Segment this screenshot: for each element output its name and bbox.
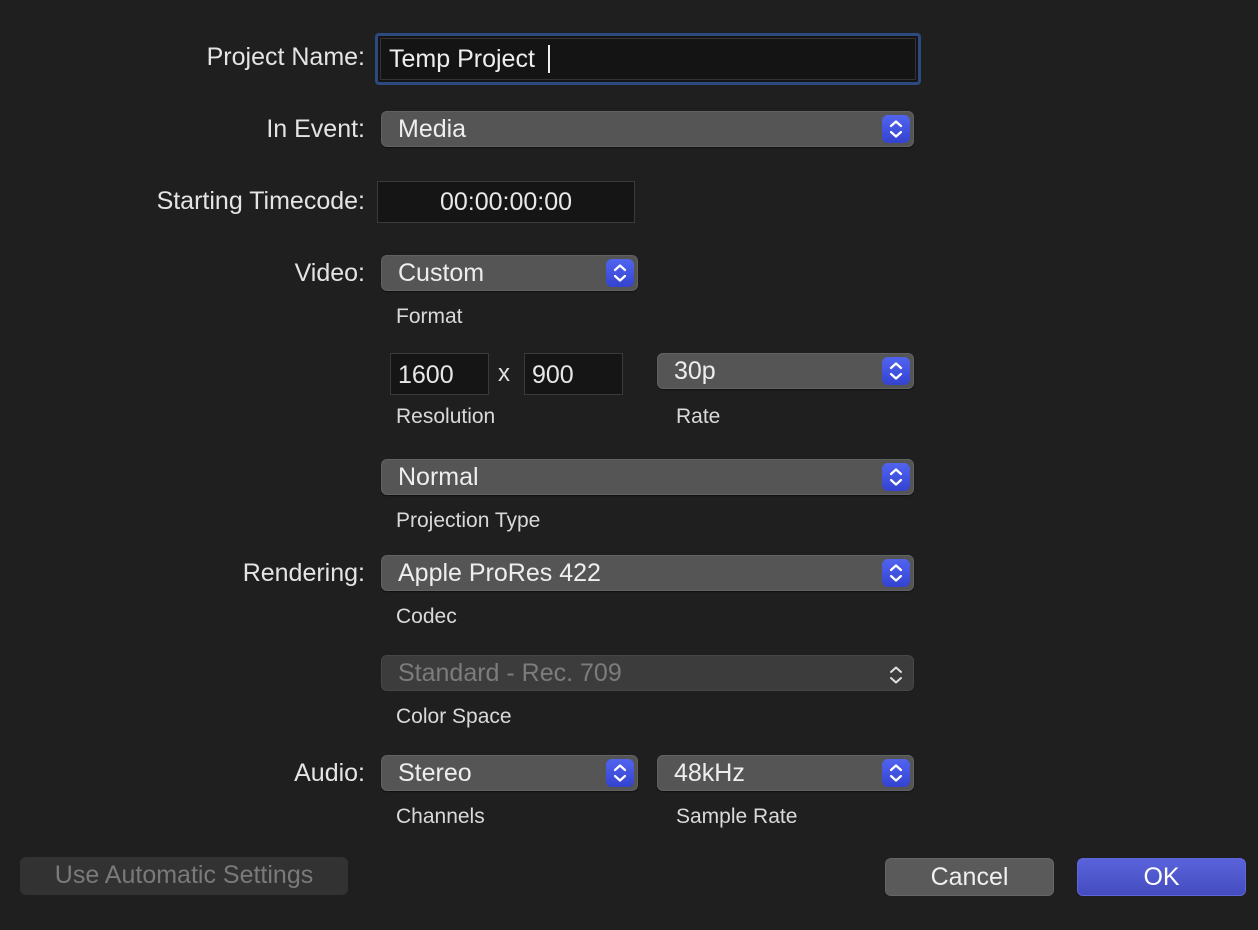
project-name-value: Temp Project	[389, 45, 535, 73]
up-down-chevron-icon	[882, 463, 910, 491]
video-format-value: Custom	[398, 259, 485, 287]
channels-caption: Channels	[396, 805, 485, 828]
text-cursor	[548, 45, 550, 73]
up-down-chevron-icon	[882, 559, 910, 587]
ok-button[interactable]: OK	[1077, 858, 1246, 896]
up-down-chevron-icon	[606, 759, 634, 787]
sample-rate-value: 48kHz	[674, 759, 745, 787]
in-event-value: Media	[398, 115, 467, 143]
rate-popup[interactable]: 30p	[657, 353, 914, 389]
rendering-label: Rendering:	[242, 559, 365, 587]
projection-type-popup[interactable]: Normal	[381, 459, 914, 495]
up-down-chevron-icon	[606, 259, 634, 287]
projection-type-caption: Projection Type	[396, 509, 541, 532]
codec-caption: Codec	[396, 605, 457, 628]
color-space-caption: Color Space	[396, 705, 512, 728]
in-event-popup[interactable]: Media	[381, 111, 914, 147]
use-automatic-settings-button[interactable]: Use Automatic Settings	[20, 857, 348, 895]
format-caption: Format	[396, 305, 463, 328]
rate-caption: Rate	[676, 405, 721, 428]
starting-timecode-label: Starting Timecode:	[156, 187, 365, 215]
color-space-popup: Standard - Rec. 709	[381, 655, 914, 691]
sample-rate-popup[interactable]: 48kHz	[657, 755, 914, 791]
codec-value: Apple ProRes 422	[398, 559, 601, 587]
up-down-chevron-icon	[882, 357, 910, 385]
video-label: Video:	[294, 259, 365, 287]
up-down-chevron-icon	[882, 759, 910, 787]
resolution-width-field[interactable]: 1600	[390, 353, 489, 395]
project-name-field[interactable]: Temp Project	[375, 33, 921, 85]
sample-rate-caption: Sample Rate	[676, 805, 798, 828]
resolution-caption: Resolution	[396, 405, 496, 428]
rate-value: 30p	[674, 357, 716, 385]
starting-timecode-field[interactable]: 00:00:00:00	[377, 181, 635, 223]
codec-popup[interactable]: Apple ProRes 422	[381, 555, 914, 591]
cancel-button[interactable]: Cancel	[885, 858, 1054, 896]
projection-type-value: Normal	[398, 463, 479, 491]
video-format-popup[interactable]: Custom	[381, 255, 638, 291]
in-event-label: In Event:	[266, 115, 365, 143]
color-space-value: Standard - Rec. 709	[398, 659, 622, 687]
resolution-height-field[interactable]: 900	[524, 353, 623, 395]
up-down-chevron-icon	[887, 662, 905, 696]
channels-value: Stereo	[398, 759, 472, 787]
audio-label: Audio:	[294, 759, 365, 787]
channels-popup[interactable]: Stereo	[381, 755, 638, 791]
resolution-separator: x	[498, 360, 510, 387]
up-down-chevron-icon	[882, 115, 910, 143]
project-name-label: Project Name:	[206, 43, 365, 71]
